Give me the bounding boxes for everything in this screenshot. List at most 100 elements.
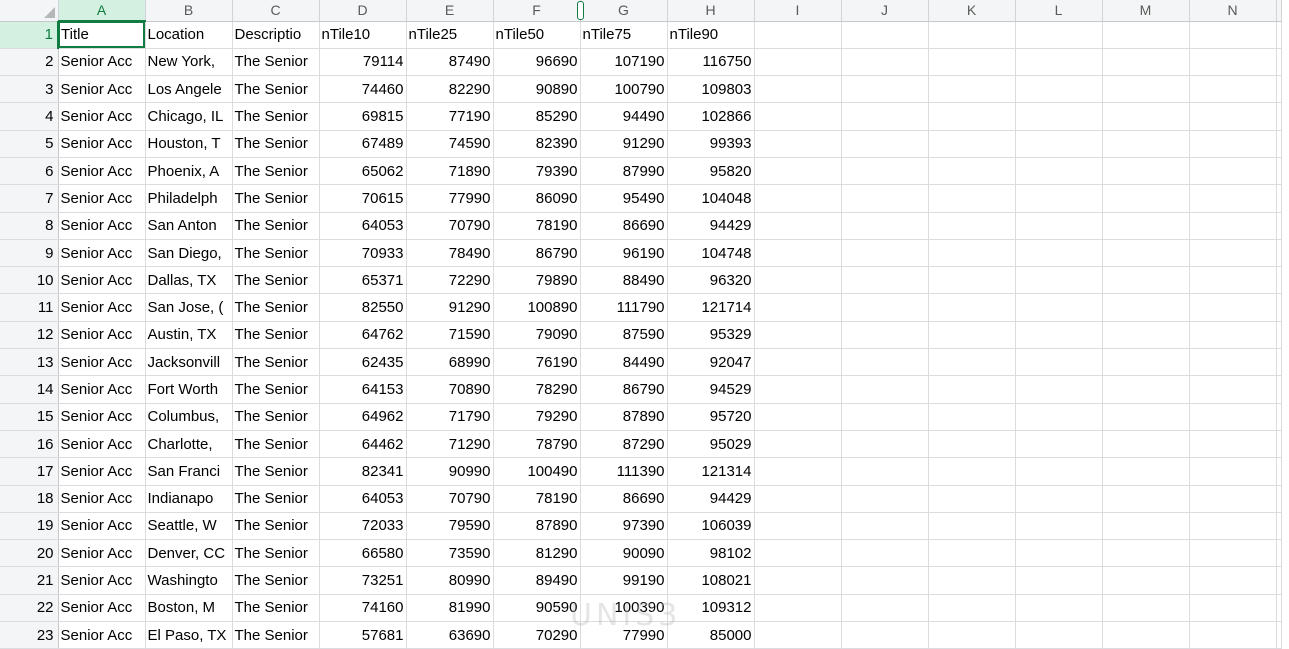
empty-cell[interactable] [1189,348,1277,377]
title-cell[interactable]: Senior Acc [58,485,146,513]
empty-cell[interactable] [754,321,842,350]
description-cell[interactable]: The Senior [232,184,320,213]
ntile25-cell[interactable]: 71790 [406,403,494,431]
empty-cell[interactable] [1015,293,1103,322]
column-header-h[interactable]: H [667,0,755,22]
title-cell[interactable]: Senior Acc [58,566,146,595]
location-cell[interactable]: Houston, T [145,130,233,158]
empty-cell[interactable] [928,485,1016,513]
empty-cell[interactable] [1015,485,1103,513]
empty-cell[interactable] [841,621,929,649]
row-header[interactable]: 3 [0,75,59,104]
description-cell[interactable]: The Senior [232,157,320,186]
empty-cell[interactable] [841,184,929,213]
empty-cell[interactable] [1189,566,1277,595]
column-header-c[interactable]: C [232,0,320,22]
ntile75-cell[interactable]: 90090 [580,539,668,568]
ntile25-cell[interactable]: 81990 [406,594,494,623]
empty-cell[interactable] [1102,566,1190,595]
ntile25-cell[interactable]: 72290 [406,266,494,295]
ntile50-cell[interactable]: 100490 [493,457,581,486]
empty-cell[interactable] [1102,348,1190,377]
ntile10-cell[interactable]: 74460 [319,75,407,104]
location-cell[interactable]: Austin, TX [145,321,233,350]
ntile90-cell[interactable]: 104048 [667,184,755,213]
ntile50-cell[interactable]: 81290 [493,539,581,568]
ntile90-cell[interactable]: 108021 [667,566,755,595]
ntile90-cell[interactable]: 94529 [667,375,755,404]
ntile50-cell[interactable]: 78290 [493,375,581,404]
row-header[interactable]: 22 [0,594,59,623]
ntile90-cell[interactable]: 102866 [667,102,755,131]
title-cell[interactable]: Senior Acc [58,539,146,568]
empty-cell[interactable] [1102,212,1190,240]
empty-cell[interactable] [1102,130,1190,158]
row-header[interactable]: 23 [0,621,59,649]
row-header[interactable]: 15 [0,403,59,431]
row-header[interactable]: 17 [0,457,59,486]
empty-cell[interactable] [1189,184,1277,213]
empty-cell[interactable] [841,403,929,431]
empty-cell[interactable] [1276,594,1282,623]
empty-cell[interactable] [1276,485,1282,513]
ntile90-cell[interactable]: 94429 [667,485,755,513]
title-cell[interactable]: Senior Acc [58,348,146,377]
empty-cell[interactable] [1189,239,1277,268]
ntile10-cell[interactable]: 64462 [319,430,407,459]
empty-cell[interactable] [1102,403,1190,431]
empty-cell[interactable] [841,157,929,186]
ntile25-cell[interactable]: 91290 [406,293,494,322]
empty-cell[interactable] [754,348,842,377]
empty-cell[interactable] [1276,375,1282,404]
ntile10-cell[interactable]: 79114 [319,48,407,77]
header-cell[interactable]: nTile10 [319,21,407,49]
empty-cell[interactable] [1102,321,1190,350]
empty-cell[interactable] [928,512,1016,541]
empty-cell[interactable] [1276,239,1282,268]
ntile75-cell[interactable]: 97390 [580,512,668,541]
location-cell[interactable]: Seattle, W [145,512,233,541]
ntile75-cell[interactable]: 88490 [580,266,668,295]
empty-cell[interactable] [1276,321,1282,350]
empty-cell[interactable] [754,594,842,623]
ntile50-cell[interactable]: 89490 [493,566,581,595]
empty-cell[interactable] [1102,102,1190,131]
empty-cell[interactable] [1189,539,1277,568]
empty-cell[interactable] [1102,457,1190,486]
empty-cell[interactable] [754,293,842,322]
empty-cell[interactable] [1015,75,1103,104]
ntile50-cell[interactable]: 79090 [493,321,581,350]
empty-cell[interactable] [928,566,1016,595]
ntile25-cell[interactable]: 77990 [406,184,494,213]
empty-cell[interactable] [1015,430,1103,459]
ntile90-cell[interactable]: 92047 [667,348,755,377]
ntile50-cell[interactable]: 86090 [493,184,581,213]
ntile75-cell[interactable]: 100790 [580,75,668,104]
ntile10-cell[interactable]: 64153 [319,375,407,404]
empty-cell[interactable] [754,539,842,568]
empty-cell[interactable] [1102,184,1190,213]
ntile90-cell[interactable]: 94429 [667,212,755,240]
ntile10-cell[interactable]: 72033 [319,512,407,541]
empty-cell[interactable] [1102,430,1190,459]
ntile25-cell[interactable]: 63690 [406,621,494,649]
empty-cell[interactable] [928,157,1016,186]
empty-cell[interactable] [1276,157,1282,186]
empty-cell[interactable] [1102,157,1190,186]
empty-cell[interactable] [754,403,842,431]
location-cell[interactable]: Boston, M [145,594,233,623]
ntile50-cell[interactable]: 76190 [493,348,581,377]
ntile50-cell[interactable]: 79890 [493,266,581,295]
empty-cell[interactable] [1276,621,1282,649]
column-header-d[interactable]: D [319,0,407,22]
empty-cell[interactable] [1102,539,1190,568]
empty-cell[interactable] [1015,403,1103,431]
empty-cell[interactable] [754,102,842,131]
empty-cell[interactable] [928,75,1016,104]
ntile90-cell[interactable]: 95820 [667,157,755,186]
row-header[interactable]: 19 [0,512,59,541]
ntile75-cell[interactable]: 87890 [580,403,668,431]
ntile50-cell[interactable]: 96690 [493,48,581,77]
spreadsheet-sheet[interactable]: ABCDEFGHIJKLMN 1 Title Location Descriptio n… [0,0,1289,649]
description-cell[interactable]: The Senior [232,102,320,131]
